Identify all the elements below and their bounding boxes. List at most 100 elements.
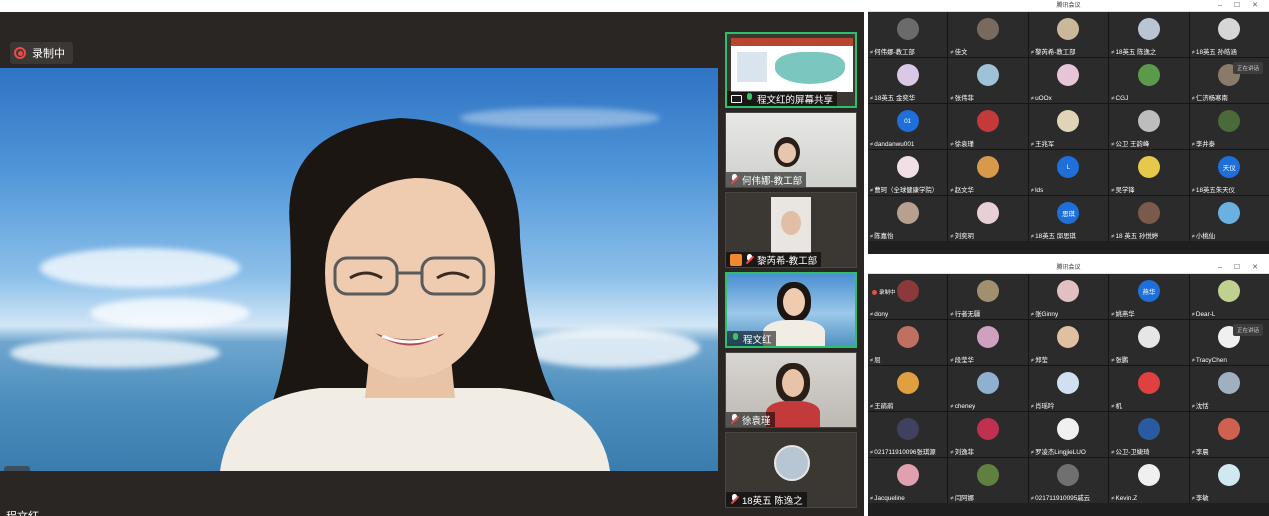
- thumb-participant[interactable]: 徐袁瑾: [725, 352, 857, 428]
- participant-tile[interactable]: 段莹华: [948, 320, 1028, 365]
- participant-avatar: [1218, 280, 1241, 302]
- screen-share-icon: [731, 94, 742, 103]
- participant-name: 吴学锋: [1111, 185, 1134, 194]
- participant-tile[interactable]: 屈: [868, 320, 948, 365]
- participant-tile[interactable]: 闫阿娜: [948, 458, 1028, 503]
- participant-tile[interactable]: 郑莹: [1028, 320, 1109, 365]
- participant-name: 段莹华: [950, 355, 974, 364]
- participant-tile[interactable]: 18英五 金奕华: [868, 58, 948, 103]
- mic-active-icon: [745, 93, 754, 104]
- participant-avatar: [977, 64, 1000, 86]
- participant-avatar: [1057, 326, 1080, 348]
- participant-tile[interactable]: 行者无疆: [948, 274, 1028, 319]
- participant-tile[interactable]: 18 英五 孙悦婷: [1109, 196, 1189, 241]
- participant-tile[interactable]: 思琪 18英五 邱思琪: [1028, 196, 1109, 241]
- gallery-window-top: 腾讯会议 – ☐ ✕ 何伟娜-教工部 佳文 黎芮希-教工部 18英五 陈逸之 18英五 …: [868, 0, 1269, 254]
- recording-indicator[interactable]: 录制中: [10, 42, 73, 64]
- participant-name: lds: [1031, 187, 1043, 194]
- recording-indicator: 录制中: [872, 288, 896, 296]
- participant-tile[interactable]: 王鹃鹃: [868, 366, 948, 411]
- participant-tile[interactable]: 佳文: [948, 12, 1028, 57]
- participant-name: uOOx: [1031, 95, 1052, 102]
- window-controls[interactable]: – ☐ ✕: [1218, 0, 1263, 12]
- participant-tile[interactable]: 罗凌杰LingjieLUO: [1028, 412, 1109, 457]
- window-controls[interactable]: – ☐ ✕: [1218, 262, 1263, 274]
- participant-name: 刘逸菲: [950, 447, 974, 456]
- speaker-video[interactable]: [0, 68, 718, 471]
- participant-avatar: [1137, 202, 1160, 224]
- participant-avatar: [977, 202, 1000, 224]
- participant-tile[interactable]: 张Ginny: [1028, 274, 1109, 319]
- speaking-badge: 正在讲话: [1232, 324, 1263, 336]
- participant-tile[interactable]: 机: [1109, 366, 1189, 411]
- participant-tile[interactable]: 黎芮希-教工部: [1028, 12, 1109, 57]
- participant-name: 18英五 金奕华: [870, 93, 915, 102]
- participant-name: 郑莹: [1031, 355, 1048, 364]
- participant-tile[interactable]: 肖瑶吟: [1028, 366, 1109, 411]
- participant-name: 机: [1111, 401, 1121, 410]
- participant-avatar: [896, 418, 919, 440]
- participant-avatar: [977, 156, 1000, 178]
- participant-tile[interactable]: 沈恬: [1189, 366, 1269, 411]
- participant-tile[interactable]: 李敏: [1189, 458, 1269, 503]
- window-title: 腾讯会议: [1056, 3, 1081, 9]
- thumb-screen-share[interactable]: 程文红的屏幕共享: [725, 32, 857, 108]
- thumb-participant[interactable]: 黎芮希-教工部: [725, 192, 857, 268]
- participant-name: Jacqueline: [870, 495, 905, 502]
- participant-name: 张Ginny: [1031, 309, 1058, 318]
- participant-tile[interactable]: uOOx: [1028, 58, 1109, 103]
- participant-face: [781, 211, 801, 235]
- participant-tile[interactable]: 公卫 王韵峰: [1109, 104, 1189, 149]
- participant-tile[interactable]: Kevin.Z: [1109, 458, 1189, 503]
- participant-name: 行者无疆: [950, 309, 981, 318]
- participant-name: 18英五朱天仪: [1192, 185, 1235, 194]
- participant-tile[interactable]: Dear-L: [1189, 274, 1269, 319]
- participant-tile[interactable]: 刘逸菲: [948, 412, 1028, 457]
- thumb-participant[interactable]: 何伟娜-教工部: [725, 112, 857, 188]
- participant-tile[interactable]: Llds: [1028, 150, 1109, 195]
- participant-tile[interactable]: 李井泰: [1189, 104, 1269, 149]
- participant-avatar: [1057, 110, 1080, 132]
- participant-tile[interactable]: 燕华姚燕华: [1109, 274, 1189, 319]
- participant-tile[interactable]: 021711910095戚云: [1028, 458, 1109, 503]
- thumb-name: 程文红: [743, 334, 772, 346]
- participant-tile[interactable]: 曹珂（全球健康学院）: [868, 150, 948, 195]
- participant-tile[interactable]: 刘奕玥: [948, 196, 1028, 241]
- participant-tile[interactable]: 021711910096张琪源: [868, 412, 948, 457]
- thumb-name: 徐袁瑾: [742, 415, 771, 427]
- participant-tile[interactable]: cheney: [948, 366, 1028, 411]
- participant-tile[interactable]: 张伟菲: [948, 58, 1028, 103]
- participant-avatar: 燕华: [1137, 280, 1160, 302]
- participant-tile[interactable]: 18英五 孙皓涵: [1189, 12, 1269, 57]
- participant-name: 沈恬: [1192, 401, 1209, 410]
- participant-tile[interactable]: 张鹏: [1109, 320, 1189, 365]
- shared-slide: [731, 38, 853, 92]
- participant-avatar: 天仪: [1218, 156, 1241, 178]
- participant-tile[interactable]: Jacqueline: [868, 458, 948, 503]
- participant-tile[interactable]: 赵文华: [948, 150, 1028, 195]
- participant-avatar: [774, 445, 810, 481]
- participant-tile[interactable]: 李晨: [1189, 412, 1269, 457]
- participant-name: 公卫-卫婕琦: [1111, 447, 1149, 456]
- participant-avatar: L: [1057, 156, 1080, 178]
- participant-tile[interactable]: dony: [868, 274, 948, 319]
- thumb-participant[interactable]: 18英五 陈逸之: [725, 432, 857, 508]
- menu-list-button[interactable]: [4, 466, 30, 471]
- recording-label: 录制中: [32, 48, 65, 60]
- participant-tile[interactable]: 公卫-卫婕琦: [1109, 412, 1189, 457]
- participant-tile[interactable]: 徐袁瑾: [948, 104, 1028, 149]
- participant-tile[interactable]: 吴学锋: [1109, 150, 1189, 195]
- participant-tile[interactable]: 天仪 18英五朱天仪: [1189, 150, 1269, 195]
- participant-tile[interactable]: 01 dandanwu001: [868, 104, 948, 149]
- participant-tile[interactable]: 小桃仙: [1189, 196, 1269, 241]
- participant-tile[interactable]: 18英五 陈逸之: [1109, 12, 1189, 57]
- participant-tile[interactable]: 王兆军: [1028, 104, 1109, 149]
- participant-tile[interactable]: CGJ: [1109, 58, 1189, 103]
- participant-name: 闫阿娜: [950, 493, 974, 502]
- participant-name: 小桃仙: [1192, 231, 1215, 240]
- participant-tile[interactable]: 陈嘉怡: [868, 196, 948, 241]
- participant-tile[interactable]: 何伟娜-教工部: [868, 12, 948, 57]
- participant-grid: dony行者无疆张Ginny燕华姚燕华Dear-L屈段莹华郑莹张鹏TracyCh…: [868, 274, 1269, 503]
- participant-avatar: [1137, 110, 1160, 132]
- thumb-participant[interactable]: 程文红: [725, 272, 857, 348]
